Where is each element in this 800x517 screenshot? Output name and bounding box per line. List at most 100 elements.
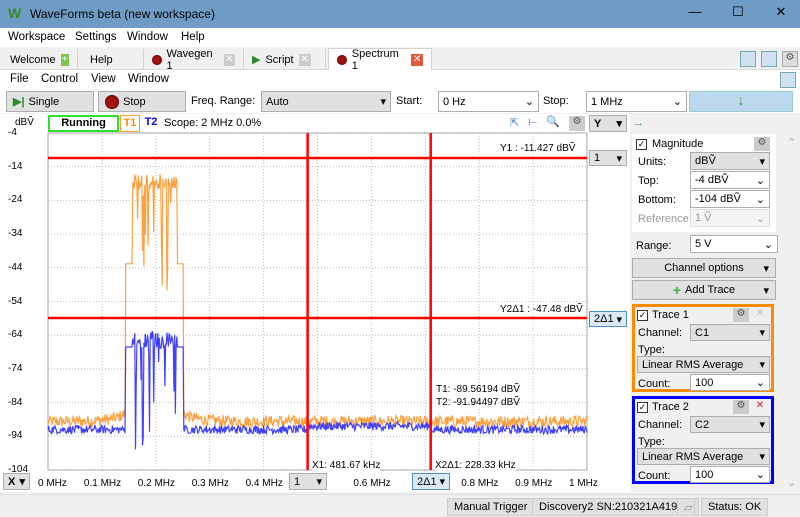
dropdown-arrow-icon: ▾	[759, 359, 765, 371]
dock-window-icon[interactable]	[780, 72, 796, 88]
bottom-value: -104 dBṼ	[695, 193, 741, 205]
x2-cursor-label: X2Δ1: 228.33 kHz	[435, 460, 516, 471]
range-value: 5 V	[695, 238, 712, 250]
range-label: Range:	[636, 240, 672, 252]
count-field[interactable]: 100 ⌄	[690, 466, 770, 483]
plus-icon: +	[672, 282, 682, 298]
x-tick-label: 0.6 MHz	[353, 478, 391, 489]
units-value: dBṼ	[695, 155, 716, 167]
x-tick-label: 0.8 MHz	[461, 478, 499, 489]
dropdown-arrow-icon: ▾	[763, 262, 769, 275]
y2-cursor-label: Y2Δ1 : -47.48 dBṼ	[500, 304, 583, 315]
channel-select[interactable]: C2 ▾	[690, 416, 770, 433]
close-button[interactable]: ✕	[766, 4, 796, 24]
remove-trace-icon[interactable]: ✕	[752, 400, 768, 414]
chevron-down-icon: ⌄	[755, 174, 765, 187]
collapse-arrow-button[interactable]: ↓	[689, 91, 793, 112]
chevron-down-icon: ⌄	[763, 238, 773, 251]
type-value: Linear RMS Average	[642, 450, 744, 463]
x2-cursor-selector[interactable]: 2Δ1 ▾	[412, 473, 450, 490]
y-tick-label: -74	[8, 362, 23, 374]
x-tick-label: 0.9 MHz	[515, 478, 553, 489]
y-tick-label: -94	[8, 430, 23, 442]
chevron-down-icon: ⌄	[755, 212, 765, 225]
settings-gear-icon[interactable]: ⚙	[733, 400, 749, 414]
settings-gear-icon[interactable]: ⚙	[733, 308, 749, 322]
x-tick-label: 0.2 MHz	[137, 478, 176, 489]
units-label: Units:	[638, 156, 667, 168]
channel-select[interactable]: C1 ▾	[690, 324, 770, 341]
y1-cursor-label: Y1 : -11.427 dBṼ	[500, 143, 576, 154]
dropdown-arrow-icon: ▾	[616, 152, 622, 165]
eraser-icon[interactable]: ▱	[677, 498, 695, 516]
scroll-down-icon[interactable]: ⌄	[787, 476, 796, 489]
y1-cursor-selector[interactable]: 1 ▾	[589, 150, 627, 166]
chevron-down-icon: ⌄	[755, 193, 765, 206]
y-tick-label: -64	[8, 329, 23, 341]
scroll-up-icon[interactable]: ⌃	[787, 136, 796, 149]
trace-title: Trace 1	[652, 309, 689, 321]
y-tick-label: -24	[8, 194, 23, 206]
tile-windows-icon[interactable]	[761, 51, 777, 67]
channel-options-button[interactable]: Channel options ▾	[632, 258, 776, 278]
chevron-down-icon: ⌄	[755, 377, 765, 389]
type-label: Type:	[638, 436, 665, 448]
x-axis-label: X	[8, 475, 16, 488]
remove-trace-icon[interactable]: ✕	[752, 308, 768, 322]
manual-trigger-button[interactable]: Manual Trigger	[447, 498, 535, 516]
dropdown-arrow-icon: ▾	[759, 419, 765, 431]
minimize-button[interactable]: —	[680, 4, 710, 24]
y-tick-label: -54	[8, 295, 23, 307]
type-select[interactable]: Linear RMS Average ▾	[637, 356, 770, 373]
channel-options-label: Channel options	[664, 262, 744, 274]
count-value: 100	[695, 376, 714, 389]
add-trace-label: Add Trace	[685, 284, 736, 296]
channel-label: Channel:	[638, 419, 683, 431]
y1-selector-label: 1	[594, 152, 601, 164]
dropdown-arrow-icon: ▾	[439, 476, 445, 488]
expand-arrow-icon[interactable]: →	[633, 117, 644, 129]
count-label: Count:	[638, 470, 671, 482]
x1-cursor-label: X1: 481.67 kHz	[312, 460, 381, 471]
type-label: Type:	[638, 344, 665, 356]
x-axis-select[interactable]: X ▾	[3, 473, 30, 490]
reference-label: Reference:	[638, 213, 692, 225]
x1-cursor-selector[interactable]: 1 ▾	[289, 473, 327, 490]
x-tick-label: 0 MHz	[38, 478, 67, 489]
x-tick-label: 0.1 MHz	[83, 478, 122, 489]
count-field[interactable]: 100 ⌄	[690, 374, 770, 391]
bottom-label: Bottom:	[638, 194, 676, 206]
settings-panel: → ✓ Magnitude ⚙ Units: dBṼ ▾ Top: -4 dBṼ ⌄…	[630, 114, 800, 492]
status-button[interactable]: Status: OK	[701, 498, 769, 516]
units-select[interactable]: dBṼ ▾	[690, 152, 770, 170]
cascade-windows-icon[interactable]	[740, 51, 756, 67]
trace-checkbox[interactable]: ✓	[637, 402, 648, 413]
device-info[interactable]: Discovery2 SN:210321A419AA	[532, 498, 699, 516]
dropdown-arrow-icon: ▾	[759, 327, 765, 339]
magnitude-checkbox[interactable]: ✓	[636, 139, 647, 150]
status-bar: Manual Trigger Discovery2 SN:210321A419A…	[0, 494, 800, 517]
reference-field: 1 Ṽ ⌄	[690, 209, 770, 227]
trace-checkbox[interactable]: ✓	[637, 310, 648, 321]
y2-cursor-selector[interactable]: 2Δ1 ▾	[589, 311, 627, 327]
top-field[interactable]: -4 dBṼ ⌄	[690, 171, 770, 189]
type-select[interactable]: Linear RMS Average ▾	[637, 448, 770, 465]
bottom-field[interactable]: -104 dBṼ ⌄	[690, 190, 770, 208]
add-trace-button[interactable]: + Add Trace ▾	[632, 280, 776, 300]
x-tick-label: 1 MHz	[569, 478, 598, 489]
maximize-button[interactable]: ☐	[723, 4, 753, 24]
trace-title: Trace 2	[652, 401, 689, 413]
top-label: Top:	[638, 175, 659, 187]
dropdown-arrow-icon: ▾	[759, 155, 765, 168]
dropdown-arrow-icon: ▾	[19, 476, 25, 488]
y-tick-label: -44	[8, 261, 23, 273]
range-field[interactable]: 5 V ⌄	[690, 235, 778, 253]
spectrum-plot[interactable]	[0, 0, 630, 492]
settings-gear-icon[interactable]: ⚙	[754, 137, 770, 151]
x-tick-label: 0.3 MHz	[191, 478, 229, 489]
settings-gear-icon[interactable]: ⚙	[782, 51, 798, 67]
y-tick-label: -14	[8, 160, 23, 172]
chevron-down-icon: ⌄	[755, 469, 765, 481]
count-label: Count:	[638, 378, 671, 390]
t1-readout: T1: -89.56194 dBṼ	[436, 384, 520, 395]
